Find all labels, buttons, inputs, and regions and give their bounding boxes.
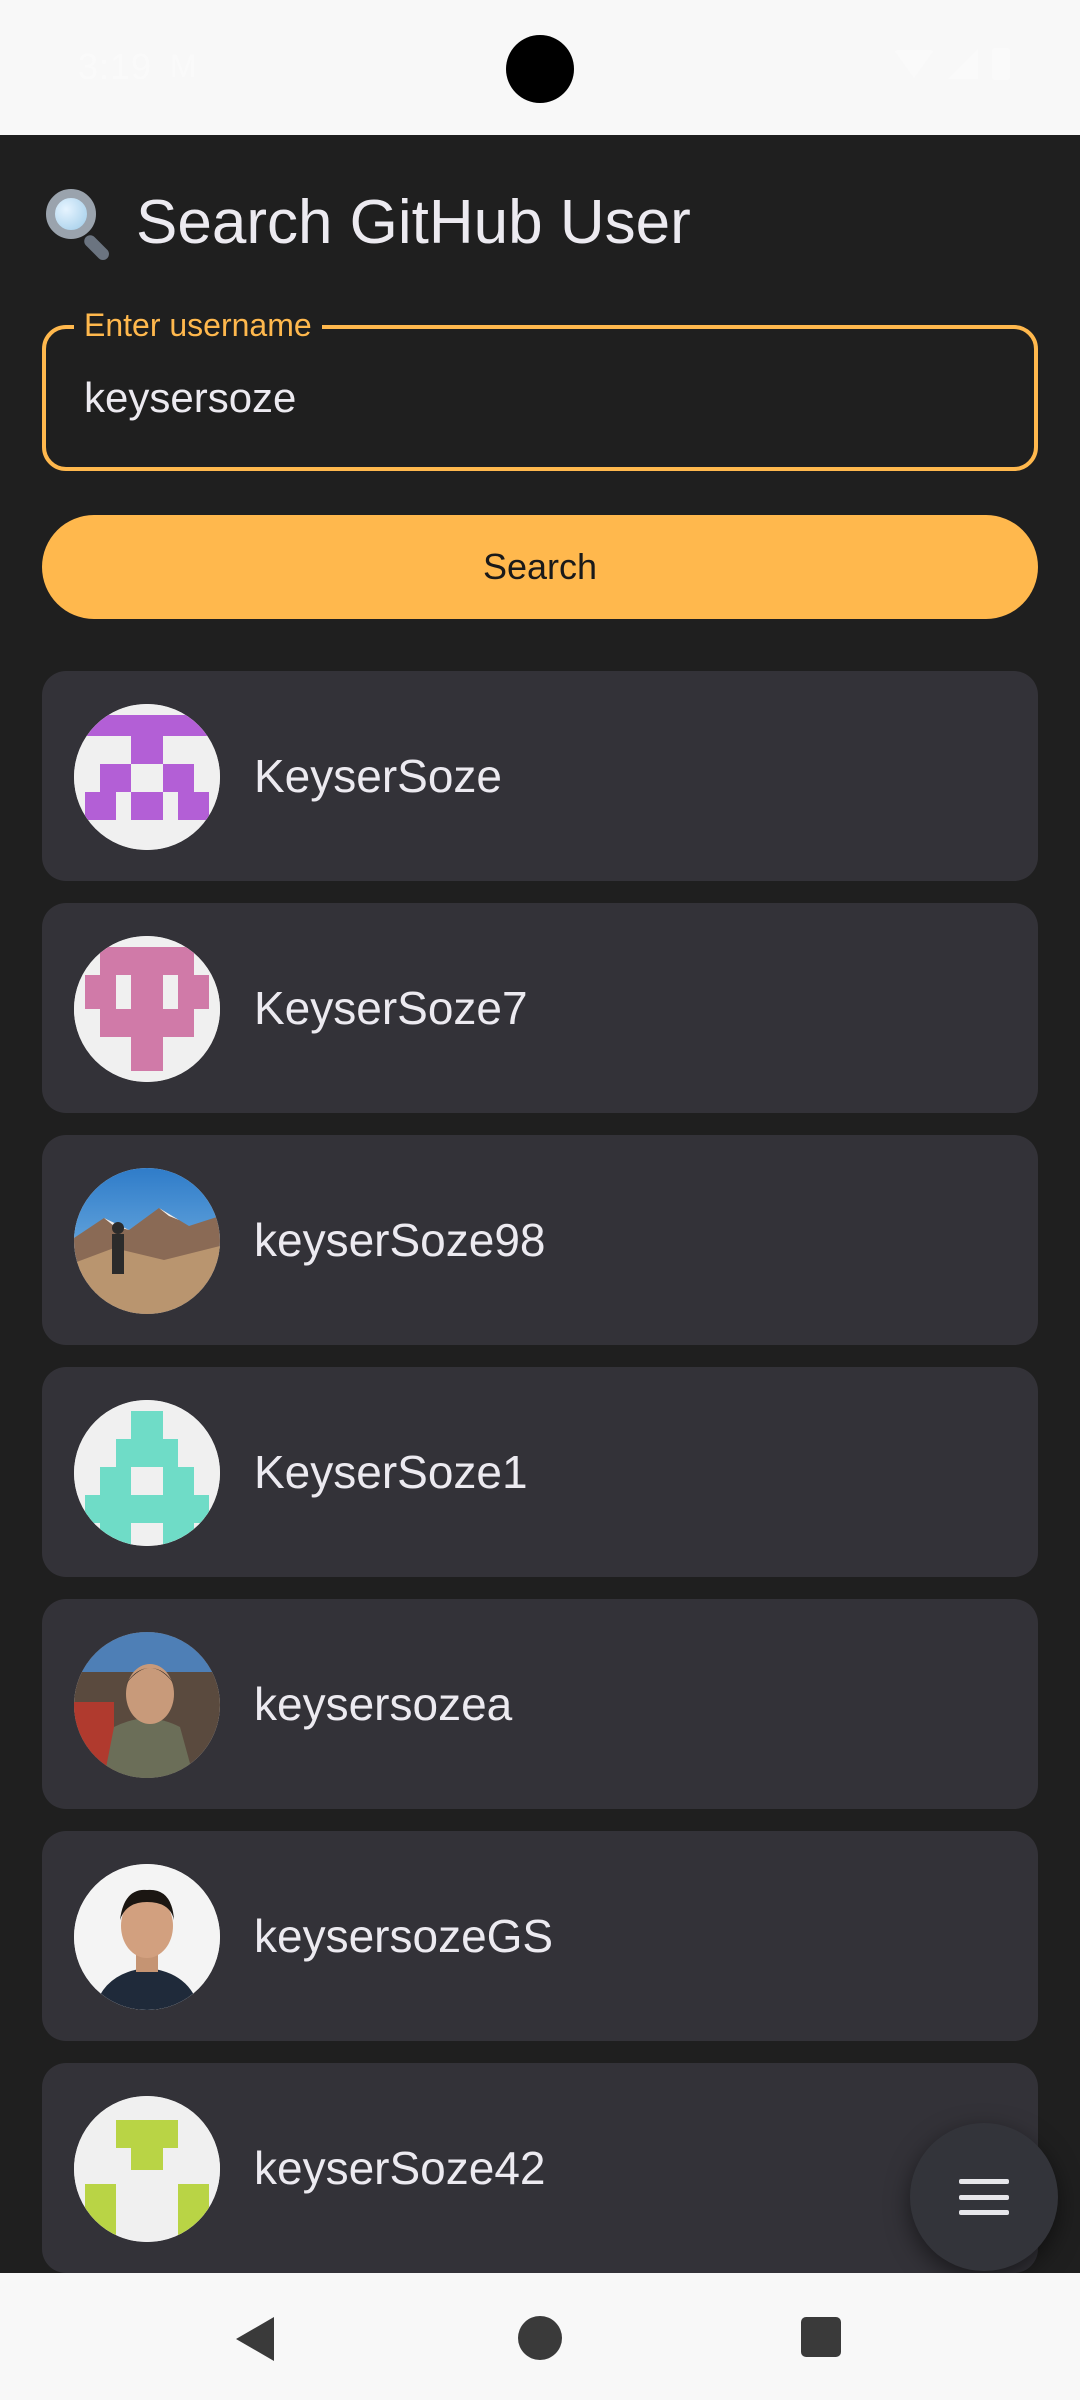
menu-fab[interactable] — [910, 2123, 1058, 2271]
status-icons — [894, 48, 1010, 80]
list-item[interactable]: keyserSoze98 — [42, 1135, 1038, 1345]
username: KeyserSoze1 — [254, 1446, 528, 1498]
search-button[interactable]: Search — [42, 515, 1038, 619]
avatar — [74, 1400, 220, 1546]
identicon-pink — [74, 936, 220, 1082]
status-bar: 3:19 M — [0, 0, 1080, 135]
list-item[interactable]: keysersozeGS — [42, 1831, 1038, 2041]
mail-icon: M — [170, 48, 197, 84]
username: keysersozeGS — [254, 1910, 554, 1962]
menu-icon — [959, 2179, 1009, 2215]
username: keyserSoze42 — [254, 2142, 546, 2194]
avatar — [74, 1864, 220, 2010]
identicon-purple — [74, 704, 220, 850]
avatar — [74, 704, 220, 850]
list-item[interactable]: keyserSoze42 — [42, 2063, 1038, 2273]
username: keysersozea — [254, 1678, 513, 1730]
identicon-teal — [74, 1400, 220, 1546]
avatar — [74, 1168, 220, 1314]
camera-cutout — [506, 35, 574, 103]
avatar — [74, 1632, 220, 1778]
system-nav-bar — [0, 2273, 1080, 2400]
list-item[interactable]: KeyserSoze7 — [42, 903, 1038, 1113]
avatar — [74, 936, 220, 1082]
battery-icon — [992, 48, 1010, 80]
username: KeyserSoze — [254, 750, 503, 802]
avatar — [74, 2096, 220, 2242]
username: keyserSoze98 — [254, 1214, 546, 1266]
page-title: Search GitHub User — [136, 187, 691, 257]
list-item[interactable]: KeyserSoze1 — [42, 1367, 1038, 1577]
identicon-lime — [74, 2096, 220, 2242]
recents-icon[interactable] — [801, 2317, 841, 2357]
back-icon[interactable] — [236, 2317, 274, 2361]
list-item[interactable]: keysersozea — [42, 1599, 1038, 1809]
wifi-icon — [894, 50, 934, 78]
photo-mountain — [74, 1168, 220, 1314]
photo-portrait — [74, 1864, 220, 2010]
list-item[interactable]: KeyserSoze — [42, 671, 1038, 881]
username-field[interactable]: Enter username — [42, 307, 1038, 471]
magnifying-glass-icon — [42, 185, 116, 263]
results-list: KeyserSoze KeyserSoze7 keyserSoze98 Keys… — [42, 671, 1038, 2273]
home-icon[interactable] — [518, 2316, 562, 2360]
app-content: Search GitHub User Enter username Search — [0, 135, 1080, 2273]
username: KeyserSoze7 — [254, 982, 528, 1034]
page-header: Search GitHub User — [42, 185, 691, 263]
photo-man — [74, 1632, 220, 1778]
signal-icon — [948, 49, 978, 79]
status-time: 3:19 — [78, 46, 153, 87]
username-input[interactable] — [84, 329, 984, 467]
